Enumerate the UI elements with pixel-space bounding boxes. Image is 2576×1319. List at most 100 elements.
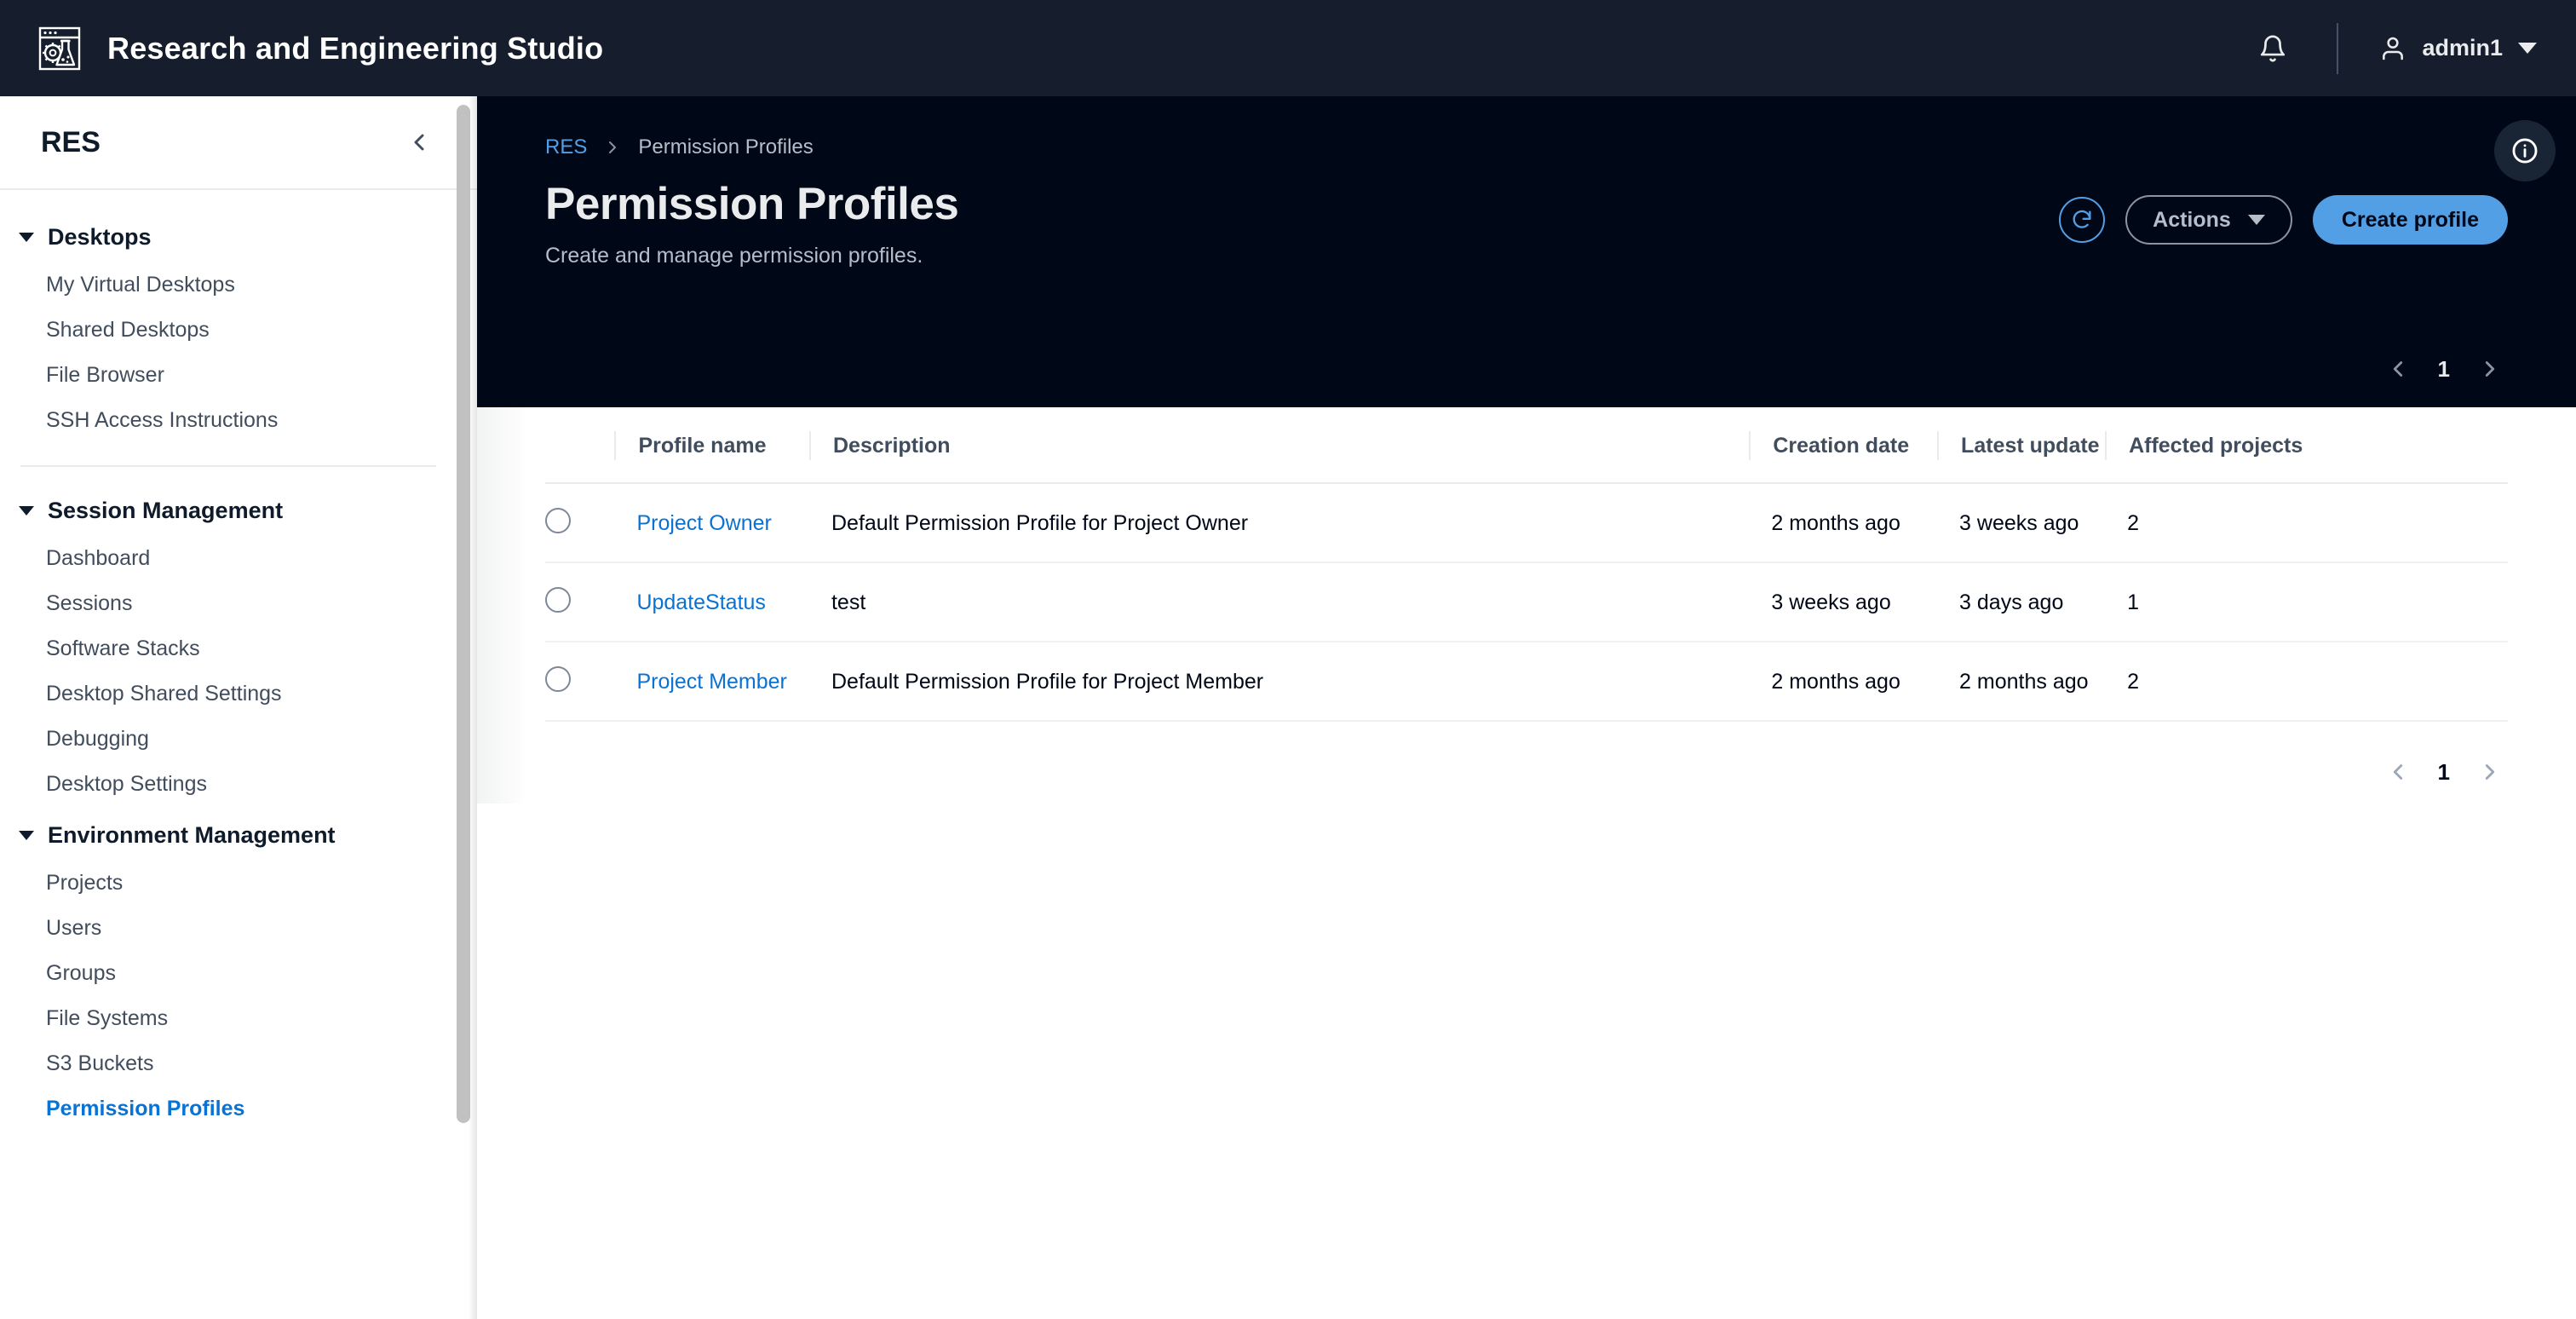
page-actions: Actions Create profile <box>2059 195 2539 245</box>
breadcrumb-item-res[interactable]: RES <box>545 135 587 159</box>
table-header-row: Profile name Description Creation date L… <box>545 407 2508 484</box>
top-bar-divider <box>2337 22 2339 74</box>
nav-group-header-environment-management[interactable]: Environment Management <box>0 810 477 861</box>
sidebar-item-my-virtual-desktops[interactable]: My Virtual Desktops <box>0 262 477 308</box>
profile-name-link[interactable]: UpdateStatus <box>636 590 766 614</box>
pagination-next-button-top[interactable] <box>2472 351 2508 387</box>
user-menu[interactable]: admin1 <box>2379 35 2537 62</box>
table-header-creation-date[interactable]: Creation date <box>1749 407 1938 484</box>
chevron-right-icon <box>2477 356 2503 382</box>
sidebar-divider-1 <box>20 465 436 467</box>
nav-group-label: Desktops <box>48 224 152 250</box>
pagination-next-button-bottom[interactable] <box>2472 754 2508 790</box>
table-header-profile-name[interactable]: Profile name <box>614 407 809 484</box>
row-select-cell <box>545 562 615 642</box>
cell-description: Default Permission Profile for Project O… <box>808 483 1750 563</box>
top-bar-right: admin1 <box>2250 0 2576 96</box>
cell-latest-update: 2 months ago <box>1937 642 2106 722</box>
cell-latest-update: 3 weeks ago <box>1937 483 2106 563</box>
table-header-description[interactable]: Description <box>808 407 1750 484</box>
info-circle-icon <box>2510 136 2539 165</box>
sidebar-item-desktop-shared-settings[interactable]: Desktop Shared Settings <box>0 671 477 717</box>
chevron-right-icon <box>602 137 623 158</box>
chevron-left-icon <box>405 129 433 156</box>
sidebar-collapse-button[interactable] <box>405 129 433 156</box>
row-radio-button[interactable] <box>545 587 571 613</box>
row-radio-button[interactable] <box>545 666 571 692</box>
page-header-hero: RES Permission Profiles Permission Profi… <box>477 96 2576 407</box>
cell-profile-name: Project Member <box>614 642 809 722</box>
cell-latest-update: 3 days ago <box>1937 562 2106 642</box>
sidebar-item-debugging[interactable]: Debugging <box>0 717 477 762</box>
sidebar-item-sessions[interactable]: Sessions <box>0 581 477 626</box>
brand[interactable]: Research and Engineering Studio <box>0 25 603 72</box>
sidebar-item-ssh-access-instructions[interactable]: SSH Access Instructions <box>0 398 477 443</box>
sidebar-item-shared-desktops[interactable]: Shared Desktops <box>0 308 477 353</box>
nav-group-desktops: Desktops My Virtual Desktops Shared Desk… <box>0 212 477 446</box>
table-header-affected-projects[interactable]: Affected projects <box>2105 407 2508 484</box>
table-head: Profile name Description Creation date L… <box>545 407 2508 484</box>
cell-creation-date: 2 months ago <box>1749 483 1938 563</box>
table-header-label: Latest update <box>1937 431 2105 460</box>
page-title-block: Permission Profiles Create and manage pe… <box>545 178 959 268</box>
chevron-left-icon <box>2385 356 2411 382</box>
refresh-button[interactable] <box>2059 197 2106 243</box>
table-header-label: Creation date <box>1749 431 1937 460</box>
cell-affected-projects: 2 <box>2105 483 2508 563</box>
table-row[interactable]: UpdateStatus test 3 weeks ago 3 days ago… <box>545 562 2508 642</box>
table-header-label: Affected projects <box>2105 431 2508 460</box>
sidebar-edge-shadow <box>469 96 477 1319</box>
sidebar-item-users[interactable]: Users <box>0 906 477 951</box>
triangle-down-icon <box>19 831 34 840</box>
table-row[interactable]: Project Member Default Permission Profil… <box>545 642 2508 722</box>
cell-affected-projects: 2 <box>2105 642 2508 722</box>
cell-creation-date: 3 weeks ago <box>1749 562 1938 642</box>
sidebar-item-permission-profiles[interactable]: Permission Profiles <box>0 1086 477 1132</box>
top-bar: Research and Engineering Studio admin1 <box>0 0 2576 96</box>
cell-description: Default Permission Profile for Project M… <box>808 642 1750 722</box>
table-header-latest-update[interactable]: Latest update <box>1937 407 2106 484</box>
create-profile-button[interactable]: Create profile <box>2312 195 2508 245</box>
user-name: admin1 <box>2422 35 2503 60</box>
row-radio-button[interactable] <box>545 508 571 533</box>
sidebar-item-file-browser[interactable]: File Browser <box>0 353 477 398</box>
pagination-page-number-bottom[interactable]: 1 <box>2438 759 2450 786</box>
table-body: Project Owner Default Permission Profile… <box>545 483 2508 722</box>
pagination-prev-button-bottom[interactable] <box>2380 754 2416 790</box>
permission-profiles-table-wrapper: Profile name Description Creation date L… <box>477 407 2576 803</box>
main-content: RES Permission Profiles Permission Profi… <box>477 96 2576 1319</box>
triangle-down-icon <box>19 233 34 242</box>
sidebar-item-projects[interactable]: Projects <box>0 861 477 906</box>
breadcrumb: RES Permission Profiles <box>545 96 2539 159</box>
pagination-prev-button-top[interactable] <box>2380 351 2416 387</box>
caret-down-icon <box>2247 215 2265 225</box>
profile-name-link[interactable]: Project Owner <box>636 511 771 535</box>
sidebar-item-dashboard[interactable]: Dashboard <box>0 536 477 581</box>
profile-name-link[interactable]: Project Member <box>636 670 786 694</box>
actions-dropdown-button[interactable]: Actions <box>2125 195 2292 245</box>
sidebar-item-desktop-settings[interactable]: Desktop Settings <box>0 762 477 807</box>
nav-group-header-session-management[interactable]: Session Management <box>0 486 477 536</box>
page-subtitle: Create and manage permission profiles. <box>545 244 923 268</box>
sidebar-header: RES <box>0 96 477 190</box>
chevron-left-icon <box>2385 759 2411 785</box>
sidebar-nav: Desktops My Virtual Desktops Shared Desk… <box>0 190 477 1135</box>
bell-icon <box>2258 34 2287 63</box>
pagination-top: 1 <box>2380 351 2508 387</box>
sidebar-item-software-stacks[interactable]: Software Stacks <box>0 626 477 671</box>
sidebar-item-s3-buckets[interactable]: S3 Buckets <box>0 1041 477 1086</box>
user-icon <box>2379 35 2406 62</box>
sidebar-item-file-systems[interactable]: File Systems <box>0 996 477 1041</box>
sidebar-item-groups[interactable]: Groups <box>0 951 477 996</box>
info-button[interactable] <box>2494 120 2556 181</box>
permission-profiles-table: Profile name Description Creation date L… <box>545 407 2508 722</box>
pagination-page-number-top[interactable]: 1 <box>2438 356 2450 383</box>
nav-group-header-desktops[interactable]: Desktops <box>0 212 477 262</box>
chevron-right-icon <box>2477 759 2503 785</box>
notifications-button[interactable] <box>2250 26 2296 72</box>
table-header-select <box>545 407 615 484</box>
nav-group-environment-management: Environment Management Projects Users Gr… <box>0 810 477 1135</box>
table-row[interactable]: Project Owner Default Permission Profile… <box>545 483 2508 563</box>
flask-gear-window-logo-icon <box>36 25 83 72</box>
cell-profile-name: Project Owner <box>614 483 809 563</box>
